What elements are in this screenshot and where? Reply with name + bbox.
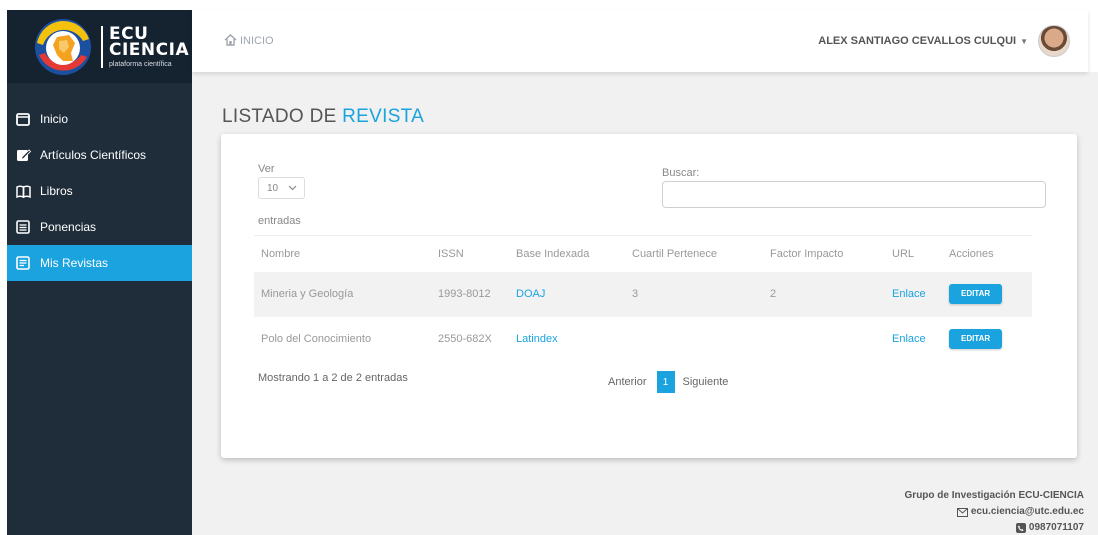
cell-issn: 2550-682X [438, 333, 492, 345]
pagination: Anterior 1 Siguiente [608, 371, 728, 393]
breadcrumb[interactable]: INICIO [224, 33, 274, 49]
avatar[interactable] [1038, 25, 1070, 57]
footer-phone-row: 0987071107 [905, 520, 1084, 535]
brand-tagline: plataforma científica [109, 60, 172, 68]
sidebar-item-articulos[interactable]: Artículos Científicos [7, 137, 192, 173]
sidebar-item-ponencias[interactable]: Ponencias [7, 209, 192, 245]
pagination-prev[interactable]: Anterior [608, 376, 647, 388]
chevron-down-icon [288, 182, 297, 197]
globe-logo-icon [31, 15, 95, 79]
cell-actions: EDITAR [942, 317, 1032, 362]
column-header: Acciones [949, 247, 994, 260]
cell-factor: 2 [770, 288, 777, 300]
link-enlace[interactable]: Enlace [885, 272, 942, 317]
entries-label: entradas [258, 215, 301, 227]
cell-issn: 1993-8012 [438, 288, 491, 300]
journals-card: Ver 10 entradas Buscar: Nombre ISSN Base… [221, 134, 1077, 458]
user-menu[interactable]: ALEX SANTIAGO CEVALLOS CULQUI ▼ [818, 25, 1070, 57]
cell-factor [763, 317, 885, 362]
cell-cuartil [625, 317, 763, 362]
sidebar-item-label: Ponencias [40, 220, 97, 234]
cell-nombre: Polo del Conocimiento [261, 333, 372, 345]
envelope-icon [956, 507, 968, 517]
caret-down-icon: ▼ [1020, 36, 1028, 46]
page-size-select[interactable]: 10 [258, 177, 305, 199]
sidebar-item-inicio[interactable]: Inicio [7, 101, 192, 137]
document-icon [14, 255, 32, 271]
edit-button[interactable]: EDITAR [949, 284, 1003, 304]
edit-button[interactable]: EDITAR [949, 329, 1003, 349]
column-header[interactable]: ISSN [431, 236, 509, 272]
column-header[interactable]: Nombre [254, 236, 431, 272]
table-row: Polo del Conocimiento 2550-682X Latindex… [254, 317, 1032, 362]
phone-icon [1015, 523, 1026, 533]
footer-phone: 0987071107 [1028, 522, 1084, 533]
sidebar-nav: Inicio Artículos Científicos Libros Pone… [7, 101, 192, 281]
cell-actions: EDITAR [942, 272, 1032, 317]
search-label: Buscar: [662, 167, 700, 179]
brand-wordmark: ECU CIENCIA plataforma científica [101, 25, 190, 68]
cell-base-indexada[interactable]: DOAJ [509, 272, 625, 317]
sidebar-item-label: Libros [40, 184, 73, 198]
page-title: LISTADO DE REVISTA [222, 106, 424, 128]
sidebar-item-label: Inicio [40, 112, 69, 126]
sidebar-item-label: Artículos Científicos [40, 148, 147, 162]
brand-logo[interactable]: ECU CIENCIA plataforma científica [7, 10, 192, 83]
footer-email-row: ecu.ciencia@utc.edu.ec [905, 504, 1084, 520]
table-row: Mineria y Geología 1993-8012 DOAJ 3 2 En… [254, 271, 1032, 317]
user-name: ALEX SANTIAGO CEVALLOS CULQUI [818, 35, 1017, 47]
search-input[interactable] [662, 181, 1046, 208]
footer-group: Grupo de Investigación ECU-CIENCIA [904, 490, 1084, 501]
page-title-prefix: LISTADO DE [222, 106, 337, 127]
column-header[interactable]: Cuartil Pertenece [625, 236, 763, 272]
pagination-page-current[interactable]: 1 [656, 371, 675, 393]
book-icon [14, 183, 32, 199]
footer-email[interactable]: ecu.ciencia@utc.edu.ec [971, 504, 1084, 520]
pagination-next[interactable]: Siguiente [683, 376, 729, 388]
sidebar-item-libros[interactable]: Libros [7, 173, 192, 209]
page-title-accent: REVISTA [342, 106, 425, 127]
sidebar-item-label: Mis Revistas [40, 256, 109, 270]
page-size-value: 10 [267, 182, 279, 194]
sidebar-item-mis-revistas[interactable]: Mis Revistas [7, 245, 192, 281]
journals-table: Nombre ISSN Base Indexada Cuartil Perten… [254, 235, 1032, 362]
column-header[interactable]: Factor Impacto [763, 236, 885, 272]
breadcrumb-label: INICIO [240, 35, 274, 47]
list-icon [14, 219, 32, 235]
link-enlace[interactable]: Enlace [885, 317, 942, 362]
cell-cuartil: 3 [632, 288, 639, 300]
brand-line2: CIENCIA [109, 39, 190, 60]
column-header[interactable]: Base Indexada [509, 236, 625, 272]
table-header-row: Nombre ISSN Base Indexada Cuartil Perten… [254, 235, 1032, 272]
top-bar: INICIO ALEX SANTIAGO CEVALLOS CULQUI ▼ [192, 10, 1088, 72]
edit-icon [14, 147, 32, 163]
home-icon [224, 33, 240, 49]
square-icon [14, 111, 32, 127]
cell-nombre: Mineria y Geología [261, 288, 354, 300]
sidebar: ECU CIENCIA plataforma científica Inicio… [7, 10, 192, 535]
pagination-info: Mostrando 1 a 2 de 2 entradas [258, 372, 408, 384]
footer: Grupo de Investigación ECU-CIENCIA ecu.c… [905, 488, 1084, 535]
show-entries-label: Ver [258, 163, 275, 175]
cell-base-indexada[interactable]: Latindex [509, 317, 625, 362]
column-header[interactable]: URL [885, 236, 942, 272]
